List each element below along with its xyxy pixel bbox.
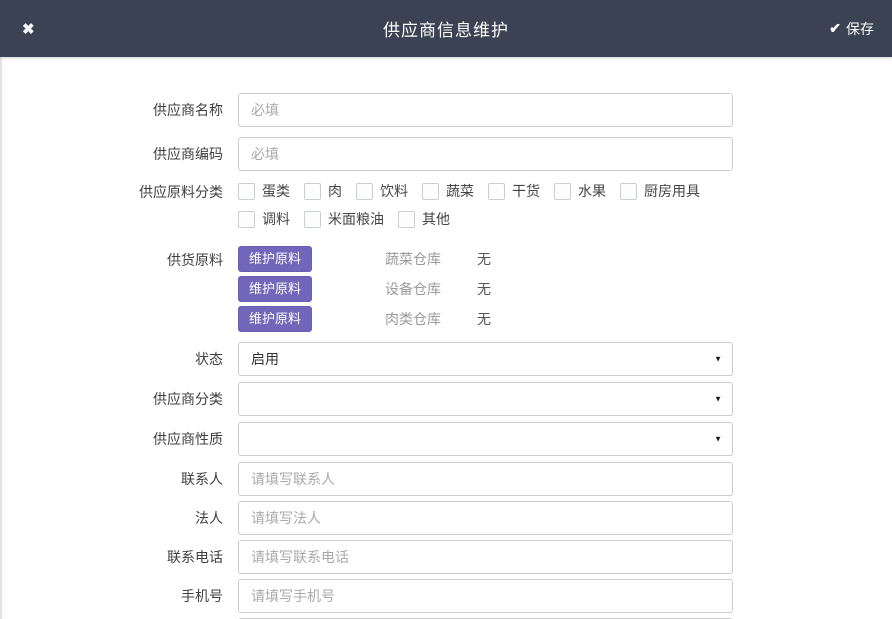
checkbox[interactable] [356,183,373,200]
mobile-label: 手机号 [2,586,223,606]
supplier-code-row: 供应商编码 [2,137,892,171]
checkbox-label: 调料 [262,209,290,229]
checkbox-label: 饮料 [380,181,408,201]
save-button-label: 保存 [846,19,874,39]
chevron-down-icon: ▼ [714,395,722,404]
supplier-nature-row: 供应商性质 ▼ [2,422,892,456]
status-row: 状态 启用 ▼ [2,342,892,376]
supply-material-row-vegetable: 维护原料 蔬菜仓库 无 [238,246,733,272]
maintain-material-button[interactable]: 维护原料 [238,276,312,302]
form-body: 供应商名称 供应商编码 供应原料分类 蛋类 肉 [0,57,892,619]
save-button[interactable]: ✔ 保存 [823,0,880,57]
status-label: 状态 [2,349,223,369]
warehouse-name: 蔬菜仓库 [385,249,477,269]
checkbox-option-eggs[interactable]: 蛋类 [238,181,290,201]
supply-material-row-meat: 维护原料 肉类仓库 无 [238,306,733,332]
supply-materials-label: 供货原料 [2,246,223,270]
contact-input[interactable] [238,462,733,496]
checkbox-option-grain-oil[interactable]: 米面粮油 [304,209,384,229]
material-category-options: 蛋类 肉 饮料 蔬菜 干 [238,180,733,230]
checkbox[interactable] [554,183,571,200]
maintain-material-button[interactable]: 维护原料 [238,306,312,332]
supply-materials-list: 维护原料 蔬菜仓库 无 维护原料 设备仓库 无 维护原料 肉类仓库 无 [238,246,733,332]
checkbox-label: 其他 [422,209,450,229]
checkbox-label: 厨房用具 [644,181,700,201]
supplier-name-label: 供应商名称 [2,100,223,120]
modal-header: ✖ 供应商信息维护 ✔ 保存 [0,0,892,57]
legal-person-input[interactable] [238,501,733,535]
checkbox-option-meat[interactable]: 肉 [304,181,342,201]
supply-materials-row: 供货原料 维护原料 蔬菜仓库 无 维护原料 设备仓库 无 维护原料 肉类仓库 无 [2,246,892,332]
supplier-maintenance-modal: ✖ 供应商信息维护 ✔ 保存 供应商名称 供应商编码 供应原料分类 [0,0,892,619]
supplier-category-label: 供应商分类 [2,389,223,409]
supplier-nature-label: 供应商性质 [2,429,223,449]
check-icon: ✔ [829,20,841,37]
close-button[interactable]: ✖ [16,0,41,57]
maintain-material-button[interactable]: 维护原料 [238,246,312,272]
supply-material-row-equipment: 维护原料 设备仓库 无 [238,276,733,302]
chevron-down-icon: ▼ [714,435,722,444]
checkbox-label: 蛋类 [262,181,290,201]
checkbox[interactable] [304,211,321,228]
material-category-row1: 蛋类 肉 饮料 蔬菜 干 [238,180,733,202]
warehouse-name: 设备仓库 [385,279,477,299]
checkbox-option-kitchenware[interactable]: 厨房用具 [620,181,700,201]
contact-label: 联系人 [2,469,223,489]
supplier-code-input[interactable] [238,137,733,171]
checkbox[interactable] [488,183,505,200]
checkbox[interactable] [238,211,255,228]
warehouse-value: 无 [477,249,491,269]
contact-row: 联系人 [2,462,892,496]
status-select-value: 启用 [251,349,279,369]
checkbox[interactable] [422,183,439,200]
supplier-name-input[interactable] [238,93,733,127]
checkbox-label: 肉 [328,181,342,201]
contact-phone-input[interactable] [238,540,733,574]
checkbox-option-seasoning[interactable]: 调料 [238,209,290,229]
supplier-category-select[interactable]: ▼ [238,382,733,416]
checkbox-label: 蔬菜 [446,181,474,201]
checkbox[interactable] [304,183,321,200]
material-category-row2: 调料 米面粮油 其他 [238,208,733,230]
contact-phone-label: 联系电话 [2,547,223,567]
warehouse-value: 无 [477,279,491,299]
warehouse-name: 肉类仓库 [385,309,477,329]
checkbox-option-fruit[interactable]: 水果 [554,181,606,201]
mobile-row: 手机号 [2,579,892,613]
checkbox-label: 水果 [578,181,606,201]
checkbox-label: 米面粮油 [328,209,384,229]
status-select[interactable]: 启用 ▼ [238,342,733,376]
contact-phone-row: 联系电话 [2,540,892,574]
close-icon: ✖ [22,20,35,38]
checkbox[interactable] [620,183,637,200]
supplier-nature-select[interactable]: ▼ [238,422,733,456]
supplier-category-row: 供应商分类 ▼ [2,382,892,416]
checkbox-label: 干货 [512,181,540,201]
mobile-input[interactable] [238,579,733,613]
chevron-down-icon: ▼ [714,355,722,364]
checkbox-option-drinks[interactable]: 饮料 [356,181,408,201]
warehouse-value: 无 [477,309,491,329]
supplier-name-row: 供应商名称 [2,93,892,127]
checkbox-option-other[interactable]: 其他 [398,209,450,229]
page-title: 供应商信息维护 [0,16,892,41]
legal-person-row: 法人 [2,501,892,535]
supplier-code-label: 供应商编码 [2,144,223,164]
material-category-label: 供应原料分类 [2,180,223,202]
checkbox[interactable] [238,183,255,200]
checkbox-option-dry-goods[interactable]: 干货 [488,181,540,201]
legal-person-label: 法人 [2,508,223,528]
checkbox-option-vegetables[interactable]: 蔬菜 [422,181,474,201]
material-category-row: 供应原料分类 蛋类 肉 饮料 [2,180,892,230]
checkbox[interactable] [398,211,415,228]
